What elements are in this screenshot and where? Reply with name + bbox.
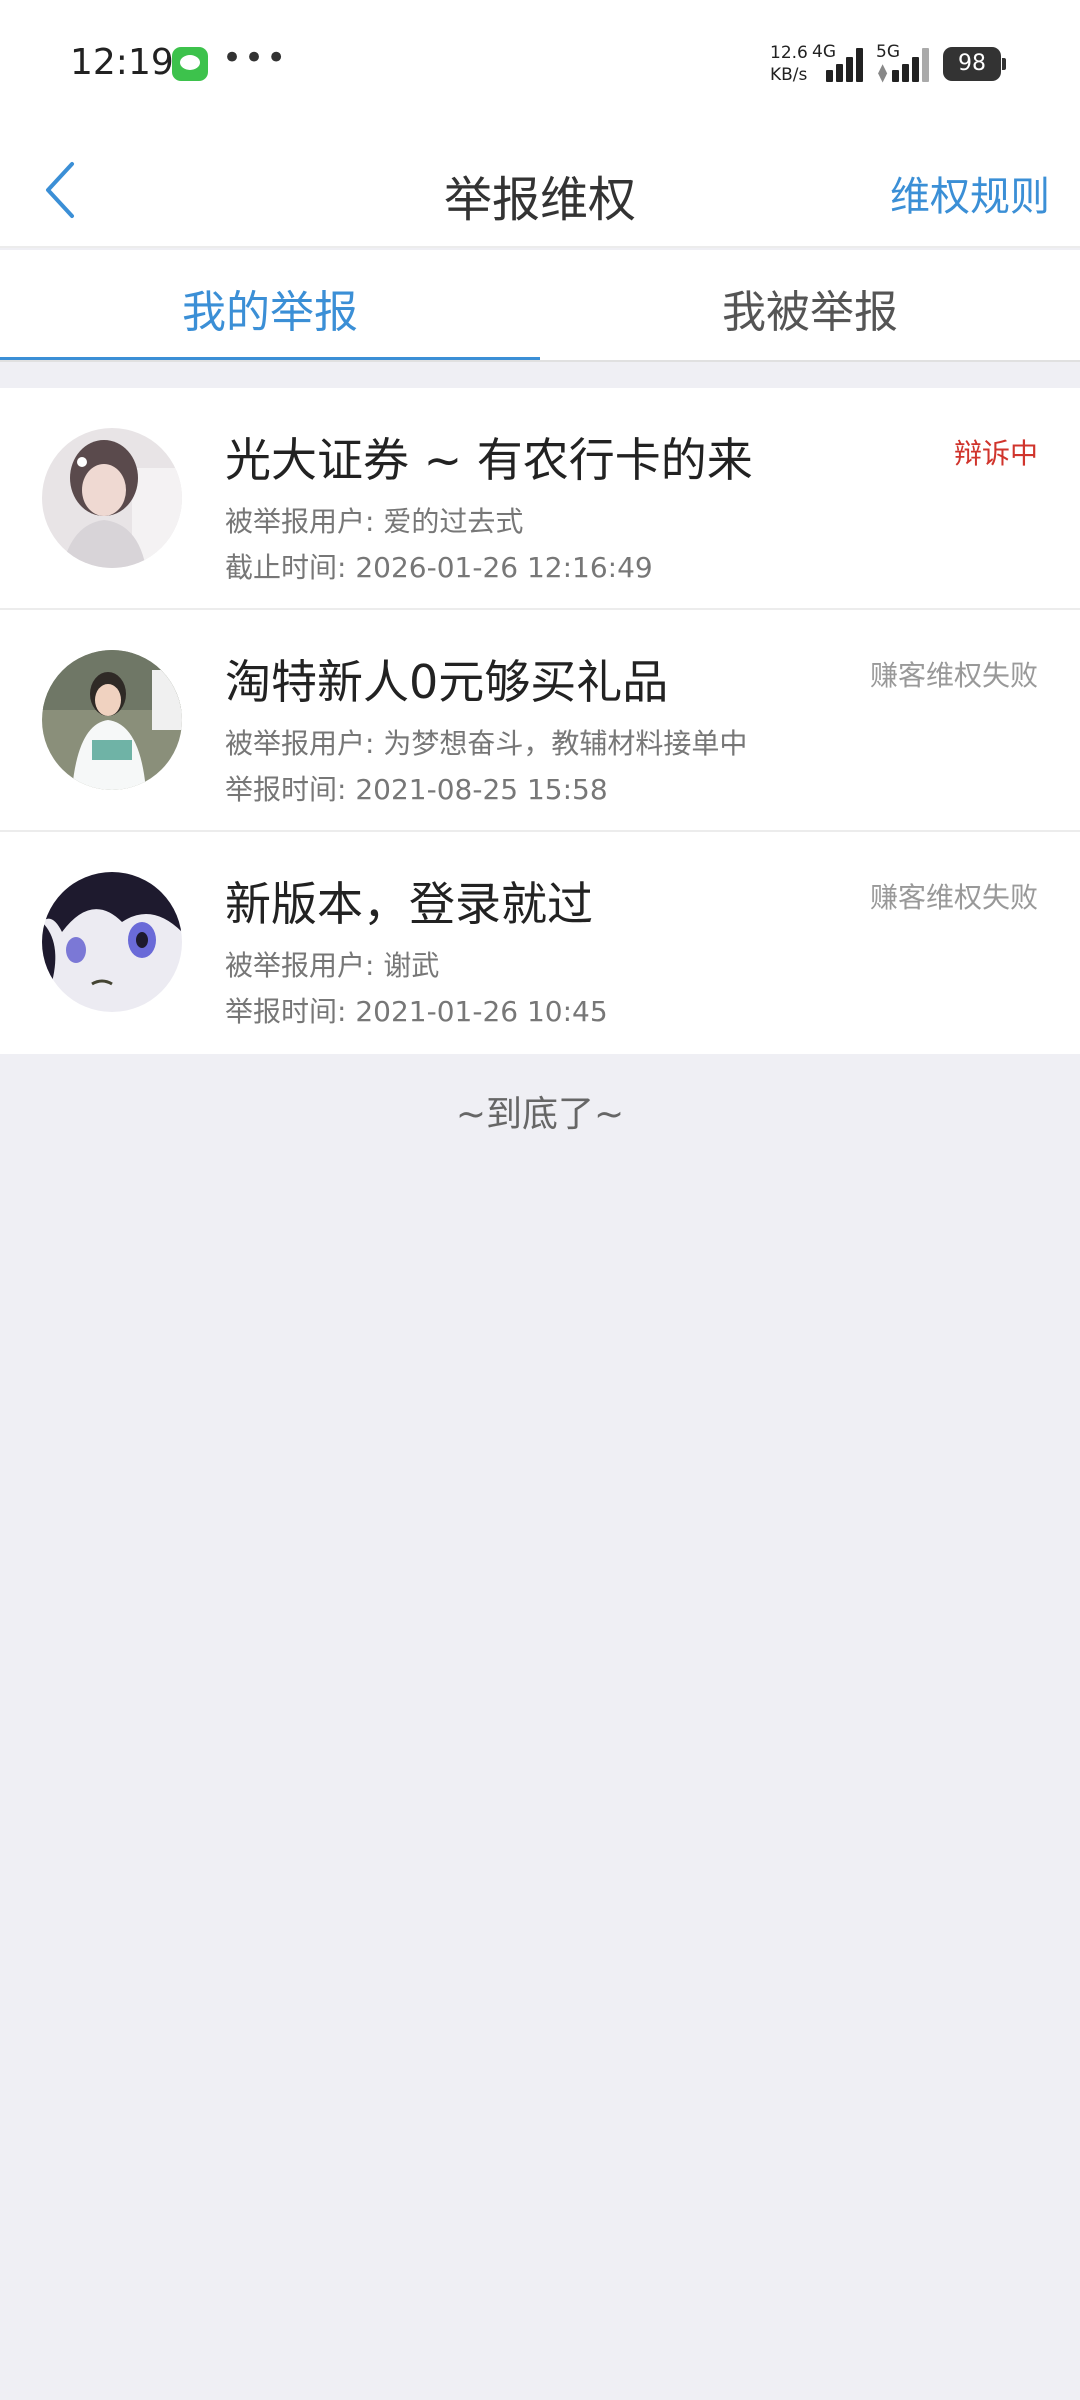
nav-bar: 举报维权 维权规则 [0, 130, 1080, 248]
network-speed: 12.6 KB/s [770, 42, 808, 86]
network-speed-unit: KB/s [770, 65, 808, 85]
avatar [42, 428, 182, 568]
list-item[interactable]: 光大证券 ~ 有农行卡的来 被举报用户: 爱的过去式 截止时间: 2026-01… [0, 388, 1080, 610]
end-of-list-text: ~到底了~ [455, 1094, 625, 1135]
signal-5g-icon [892, 48, 932, 82]
list-item[interactable]: 淘特新人0元够买礼品 被举报用户: 为梦想奋斗，教辅材料接单中 举报时间: 20… [0, 610, 1080, 832]
tab-bar: 我的举报 我被举报 [0, 250, 1080, 362]
item-title: 淘特新人0元够买礼品 [225, 655, 669, 709]
item-title: 新版本，登录就过 [225, 877, 593, 931]
reported-user: 被举报用户: 爱的过去式 [225, 505, 524, 538]
reported-user: 被举报用户: 为梦想奋斗，教辅材料接单中 [225, 727, 748, 760]
status-bar: 12:19 ••• 12.6 KB/s 4G 5G ▲ ▼ 98 [0, 0, 1080, 130]
item-time: 截止时间: 2026-01-26 12:16:49 [225, 551, 653, 584]
tab-indicator [0, 357, 540, 360]
tab-my-reports[interactable]: 我的举报 [0, 276, 540, 340]
reported-user: 被举报用户: 谢武 [225, 949, 440, 982]
rules-link[interactable]: 维权规则 [890, 164, 1050, 222]
item-time: 举报时间: 2021-08-25 15:58 [225, 773, 608, 806]
report-list: 光大证券 ~ 有农行卡的来 被举报用户: 爱的过去式 截止时间: 2026-01… [0, 388, 1080, 1054]
data-transfer-icon: ▲ ▼ [878, 61, 888, 84]
status-badge: 赚客维权失败 [869, 881, 1038, 914]
status-time: 12:19 [70, 42, 174, 83]
signal-4g-icon [826, 48, 866, 82]
item-time: 举报时间: 2021-01-26 10:45 [225, 995, 608, 1028]
avatar [42, 872, 182, 1012]
list-item[interactable]: 新版本，登录就过 被举报用户: 谢武 举报时间: 2021-01-26 10:4… [0, 832, 1080, 1054]
battery-icon: 98 [943, 47, 1006, 81]
message-notification-icon [172, 47, 208, 81]
network-speed-value: 12.6 [770, 43, 808, 63]
status-badge: 辩诉中 [953, 437, 1038, 470]
status-badge: 赚客维权失败 [869, 659, 1038, 692]
avatar [42, 650, 182, 790]
item-title: 光大证券 ~ 有农行卡的来 [225, 433, 753, 487]
tab-reported-me[interactable]: 我被举报 [540, 276, 1080, 340]
more-notifications-icon: ••• [222, 38, 289, 78]
